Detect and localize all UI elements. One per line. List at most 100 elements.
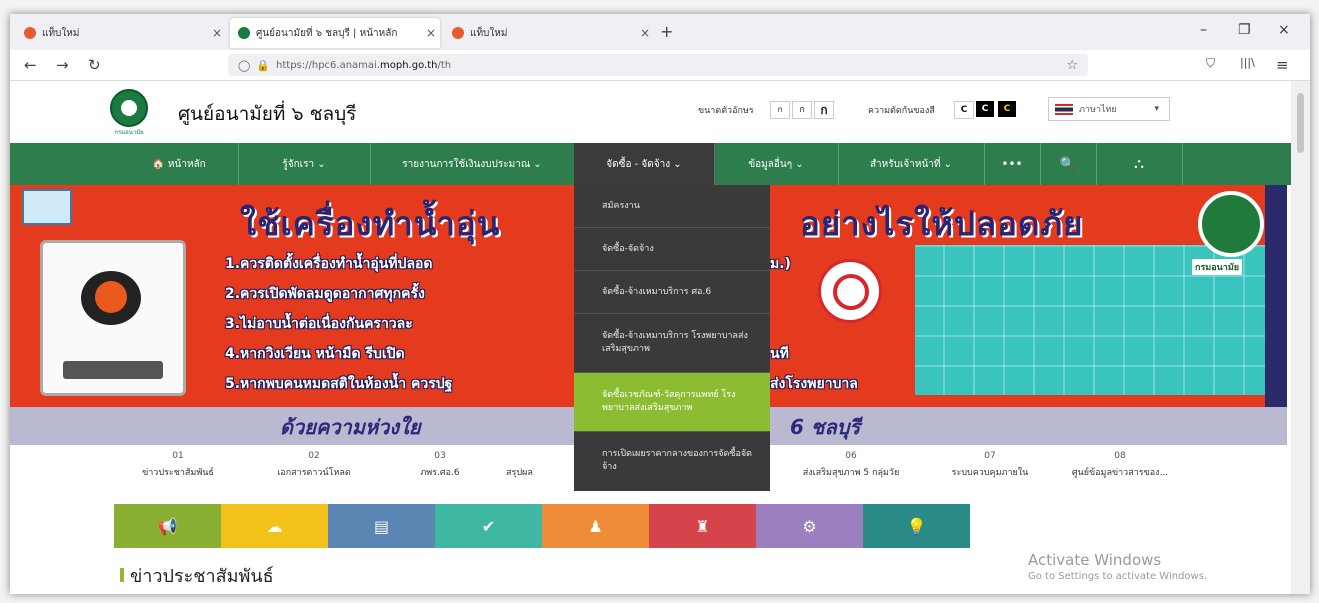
quicklink-7[interactable]: 07 ระบบควบคุมภายใน	[926, 451, 1054, 479]
minimize-button[interactable]: –	[1200, 22, 1207, 38]
tab-new-1[interactable]: แท็บใหม่ ×	[16, 18, 226, 48]
menu-about[interactable]: รู้จักเรา ⌄	[238, 143, 371, 185]
font-small-button[interactable]: ก	[770, 101, 790, 119]
clipboard-check-icon[interactable]: ✔	[435, 504, 542, 548]
address-bar[interactable]: ◯ 🔒 https://hpc6.anamai. moph.go.th/th ☆	[228, 54, 1088, 76]
site-name[interactable]: ศูนย์อนามัยที่ ๖ ชลบุรี	[178, 99, 356, 129]
dropdown-item-medical-supplies[interactable]: จัดซื้อเวชภัณฑ์-วัสดุการแพทย์ โรงพยาบาลส…	[574, 373, 770, 432]
language-select[interactable]: ภาษาไทย ▾	[1048, 97, 1170, 121]
procurement-dropdown: สมัครงาน จัดซื้อ-จัดจ้าง จัดซื้อ-จ้างเหม…	[574, 185, 770, 491]
browser-window: แท็บใหม่ × ศูนย์อนามัยที่ ๖ ชลบุรี | หน้…	[10, 14, 1310, 594]
windows-activation-watermark: Activate Windows Go to Settings to activ…	[1028, 551, 1207, 582]
quicklink-label: สรุปผล	[506, 468, 533, 478]
scrollbar-thumb[interactable]	[1297, 93, 1304, 153]
banner-footer-right: 6 ชลบุรี	[790, 415, 861, 439]
reload-icon[interactable]: ↻	[88, 56, 101, 74]
quicklink-label: เอกสารดาวน์โหลด	[277, 468, 351, 478]
sitemap-icon[interactable]: ⛬	[1096, 143, 1183, 185]
next-slide-peek[interactable]	[1265, 185, 1287, 445]
contrast-label: ความตัดกันของสี	[868, 106, 935, 116]
quicklink-label: ส่งเสริมสุขภาพ 5 กลุ่มวัย	[802, 468, 900, 478]
section-accent	[120, 568, 124, 582]
quicklink-6[interactable]: 06 ส่งเสริมสุขภาพ 5 กลุ่มวัย	[776, 451, 926, 479]
quicklink-2[interactable]: 02 เอกสารดาวน์โหลด	[250, 451, 378, 479]
font-large-button[interactable]: ก	[814, 101, 834, 119]
gear-icon[interactable]: ⚙	[756, 504, 863, 548]
book-icon[interactable]: ▤	[328, 504, 435, 548]
maximize-button[interactable]: ❐	[1238, 22, 1251, 38]
cloud-download-icon[interactable]: ☁	[221, 504, 328, 548]
shield-icon[interactable]: ◯	[238, 59, 250, 72]
site-favicon-icon	[238, 27, 250, 39]
site-header: กรมอนามัย ศูนย์อนามัยที่ ๖ ชลบุรี ขนาดตั…	[10, 81, 1310, 141]
library-icon[interactable]: |||\	[1240, 56, 1255, 69]
contrast-dark-button[interactable]: C	[976, 101, 994, 117]
contrast-yellow-button[interactable]: C	[998, 101, 1016, 117]
thai-flag-icon	[1055, 103, 1073, 115]
quicklink-number: 03	[434, 451, 446, 461]
menu-procurement[interactable]: จัดซื้อ - จัดจ้าง ⌄	[574, 143, 715, 185]
quicklink-3[interactable]: 03 ภพร.ศอ.6	[376, 451, 504, 479]
web-page: กรมอนามัย ศูนย์อนามัยที่ ๖ ชลบุรี ขนาดตั…	[10, 81, 1310, 594]
firefox-icon	[24, 27, 36, 39]
water-heater-illustration	[40, 240, 186, 396]
close-window-button[interactable]: ×	[1278, 22, 1290, 38]
dropdown-item-hospital-service[interactable]: จัดซื้อ-จ้างเหมาบริการ โรงพยาบาลส่งเสริม…	[574, 314, 770, 373]
language-value: ภาษาไทย	[1079, 105, 1117, 115]
menu-budget-report[interactable]: รายงานการใช้เงินงบประมาณ ⌄	[370, 143, 575, 185]
dropdown-item-service-contract[interactable]: จัดซื้อ-จ้างเหมาบริการ ศอ.6	[574, 271, 770, 314]
tab-title: แท็บใหม่	[470, 27, 508, 39]
new-tab-button[interactable]: +	[660, 22, 673, 41]
news-section-heading: ข่าวประชาสัมพันธ์	[120, 561, 274, 590]
dropdown-item-jobs[interactable]: สมัครงาน	[574, 185, 770, 228]
tab-title: แท็บใหม่	[42, 27, 80, 39]
forward-icon[interactable]: →	[56, 56, 69, 74]
url-domain: moph.go.th	[380, 59, 438, 71]
firefox-icon	[452, 27, 464, 39]
tab-title: ศูนย์อนามัยที่ ๖ ชลบุรี | หน้าหลัก	[256, 27, 398, 39]
quicklink-4[interactable]: 04สรุปผล	[506, 451, 572, 479]
tab-active[interactable]: ศูนย์อนามัยที่ ๖ ชลบุรี | หน้าหลัก ×	[230, 18, 440, 48]
anamai-logo[interactable]	[110, 89, 148, 127]
back-icon[interactable]: ←	[24, 56, 37, 74]
page-scrollbar[interactable]	[1291, 81, 1310, 594]
award-icon[interactable]: ♜	[649, 504, 756, 548]
fan-icon	[22, 189, 72, 225]
quicklink-number: 06	[845, 451, 857, 461]
quicklink-label: ศูนย์ข้อมูลข่าวสารของ...	[1071, 468, 1169, 478]
menu-staff[interactable]: สำหรับเจ้าหน้าที่ ⌄	[838, 143, 985, 185]
pocket-icon[interactable]: ⛉	[1206, 56, 1215, 71]
more-icon[interactable]: •••	[984, 143, 1041, 185]
banner-headline-left: ใช้เครื่องทำน้ำอุ่น	[240, 204, 501, 243]
close-tab-icon[interactable]: ×	[208, 26, 226, 40]
dropdown-item-procurement[interactable]: จัดซื้อ-จัดจ้าง	[574, 228, 770, 271]
banner-line-5-tail: ส่งโรงพยาบาล	[770, 376, 858, 392]
menu-home[interactable]: 🏠 หน้าหลัก	[120, 143, 239, 185]
megaphone-icon[interactable]: 📢	[114, 504, 221, 548]
watermark-line-1: Activate Windows	[1028, 551, 1162, 569]
search-icon[interactable]: 🔍	[1040, 143, 1097, 185]
safety-emblem-icon	[818, 259, 882, 323]
close-tab-icon[interactable]: ×	[636, 26, 654, 40]
contrast-normal-button[interactable]: C	[954, 101, 974, 119]
lightbulb-icon[interactable]: 💡	[863, 504, 970, 548]
bookmark-star-icon[interactable]: ☆	[1066, 58, 1078, 73]
banner-footer-left: ด้วยความห่วงใย	[280, 415, 421, 439]
quicklink-number: 08	[1114, 451, 1126, 461]
quicklink-number: 07	[984, 451, 996, 461]
lock-icon[interactable]: 🔒	[256, 59, 270, 72]
quicklink-8[interactable]: 08 ศูนย์ข้อมูลข่าวสารของ...	[1056, 451, 1184, 479]
banner-line-1: 1.ควรติดตั้งเครื่องทำน้ำอุ่นที่ปลอด	[225, 256, 433, 272]
menu-other-info[interactable]: ข้อมูลอื่นๆ ⌄	[714, 143, 839, 185]
banner-line-5: 5.หากพบคนหมดสติในห้องน้ำ ควรปฐ	[225, 376, 453, 392]
quicklink-1[interactable]: 01 ข่าวประชาสัมพันธ์	[114, 451, 242, 479]
dropdown-item-median-price[interactable]: การเปิดเผยราคากลางของการจัดซื้อจัดจ้าง	[574, 432, 770, 490]
app-menu-icon[interactable]: ≡	[1276, 56, 1289, 74]
font-medium-button[interactable]: ก	[792, 101, 812, 119]
close-tab-icon[interactable]: ×	[422, 26, 440, 40]
navigation-bar: ← → ↻ ◯ 🔒 https://hpc6.anamai. moph.go.th…	[10, 50, 1310, 81]
banner-line-3: 3.ไม่อาบน้ำต่อเนื่องกันคราวละ	[225, 316, 413, 332]
section-title: ข่าวประชาสัมพันธ์	[130, 566, 274, 587]
tab-new-2[interactable]: แท็บใหม่ ×	[444, 18, 654, 48]
person-icon[interactable]: ♟	[542, 504, 649, 548]
